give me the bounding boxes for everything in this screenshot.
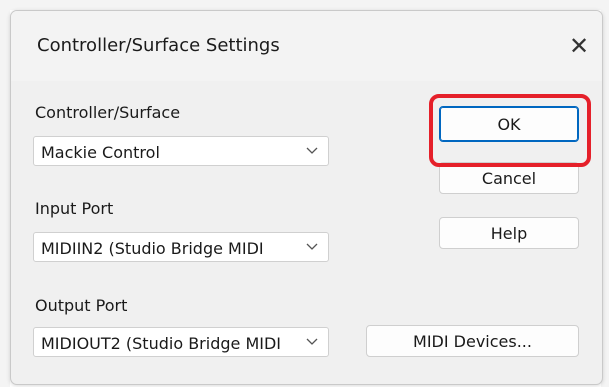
ok-highlight-annotation <box>429 94 591 167</box>
chevron-down-icon <box>306 243 318 250</box>
input-port-label: Input Port <box>35 199 114 218</box>
background-window <box>0 0 609 10</box>
chevron-down-icon <box>306 147 318 154</box>
chevron-down-icon <box>306 338 318 345</box>
close-icon: ✕ <box>568 32 590 60</box>
dialog-title: Controller/Surface Settings <box>37 35 280 56</box>
input-port-select[interactable]: MIDIIN2 (Studio Bridge MIDI <box>33 232 329 262</box>
input-port-value: MIDIIN2 (Studio Bridge MIDI <box>41 239 264 258</box>
output-port-label: Output Port <box>35 296 128 315</box>
output-port-value: MIDIOUT2 (Studio Bridge MIDI <box>41 334 281 353</box>
title-bar: Controller/Surface Settings ✕ <box>11 11 602 81</box>
background-window-left <box>0 0 10 387</box>
controller-surface-value: Mackie Control <box>41 143 160 162</box>
controller-surface-settings-dialog: Controller/Surface Settings ✕ Controller… <box>10 10 603 385</box>
controller-surface-select[interactable]: Mackie Control <box>33 136 329 166</box>
help-button[interactable]: Help <box>439 217 579 249</box>
output-port-select[interactable]: MIDIOUT2 (Studio Bridge MIDI <box>33 327 329 357</box>
midi-devices-button[interactable]: MIDI Devices... <box>366 325 579 357</box>
close-button[interactable]: ✕ <box>556 23 602 69</box>
controller-surface-label: Controller/Surface <box>35 103 181 122</box>
